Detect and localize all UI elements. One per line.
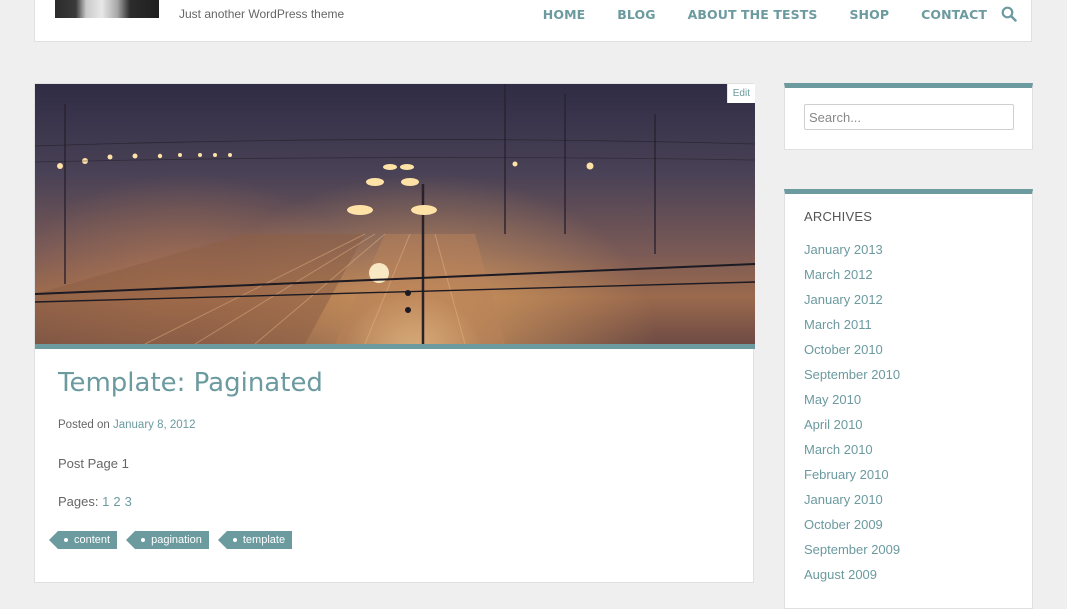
list-item: March 2012 bbox=[804, 262, 900, 287]
archive-link[interactable]: September 2010 bbox=[804, 367, 900, 382]
nav-home[interactable]: HOME bbox=[543, 7, 585, 22]
featured-image-scene bbox=[35, 84, 755, 344]
list-item: March 2011 bbox=[804, 312, 900, 337]
archive-link[interactable]: October 2010 bbox=[804, 342, 883, 357]
archive-link[interactable]: September 2009 bbox=[804, 542, 900, 557]
archive-link[interactable]: October 2009 bbox=[804, 517, 883, 532]
list-item: February 2010 bbox=[804, 462, 900, 487]
post-pagination: Pages: 123 bbox=[58, 494, 136, 509]
archives-list: January 2013 March 2012 January 2012 Mar… bbox=[804, 237, 900, 587]
archive-link[interactable]: January 2010 bbox=[804, 492, 883, 507]
page-link-2[interactable]: 2 bbox=[113, 494, 120, 509]
main-nav: HOME BLOG ABOUT THE TESTS SHOP CONTACT bbox=[511, 0, 1017, 29]
post-meta: Posted on January 8, 2012 bbox=[58, 419, 195, 431]
page-link-1[interactable]: 1 bbox=[102, 494, 109, 509]
post-date-link[interactable]: January 8, 2012 bbox=[113, 419, 195, 431]
tag-template[interactable]: template bbox=[217, 531, 293, 549]
nav-about-the-tests[interactable]: ABOUT THE TESTS bbox=[688, 7, 818, 22]
post-title[interactable]: Template: Paginated bbox=[58, 368, 323, 398]
site-tagline: Just another WordPress theme bbox=[179, 7, 345, 21]
archive-link[interactable]: May 2010 bbox=[804, 392, 861, 407]
search-widget bbox=[784, 83, 1033, 150]
page-link-3[interactable]: 3 bbox=[125, 494, 132, 509]
archive-link[interactable]: February 2010 bbox=[804, 467, 889, 482]
list-item: October 2009 bbox=[804, 512, 900, 537]
nav-shop[interactable]: SHOP bbox=[849, 7, 889, 22]
archives-title: ARCHIVES bbox=[804, 209, 873, 224]
post-card: Edit Template: Paginated Posted on Janua… bbox=[34, 83, 755, 583]
archive-link[interactable]: January 2013 bbox=[804, 242, 883, 257]
list-item: January 2013 bbox=[804, 237, 900, 262]
list-item: April 2010 bbox=[804, 412, 900, 437]
archive-link[interactable]: March 2012 bbox=[804, 267, 873, 282]
list-item: January 2012 bbox=[804, 287, 900, 312]
archive-link[interactable]: April 2010 bbox=[804, 417, 863, 432]
nav-contact[interactable]: CONTACT bbox=[921, 7, 987, 22]
list-item: August 2009 bbox=[804, 562, 900, 587]
list-item: May 2010 bbox=[804, 387, 900, 412]
posted-prefix: Posted on bbox=[58, 419, 110, 431]
search-icon[interactable] bbox=[1001, 6, 1017, 22]
tag-content[interactable]: content bbox=[48, 531, 118, 549]
archives-widget: ARCHIVES January 2013 March 2012 January… bbox=[784, 189, 1033, 609]
list-item: September 2009 bbox=[804, 537, 900, 562]
pages-label: Pages: bbox=[58, 494, 99, 509]
archive-link[interactable]: January 2012 bbox=[804, 292, 883, 307]
list-item: September 2010 bbox=[804, 362, 900, 387]
archive-link[interactable]: August 2009 bbox=[804, 567, 877, 582]
site-logo-image[interactable] bbox=[55, 0, 159, 18]
list-item: March 2010 bbox=[804, 437, 900, 462]
list-item: January 2010 bbox=[804, 487, 900, 512]
site-header: Just another WordPress theme HOME BLOG A… bbox=[34, 0, 1032, 42]
search-input[interactable] bbox=[804, 104, 1014, 130]
post-content: Post Page 1 bbox=[58, 456, 129, 471]
tag-pagination[interactable]: pagination bbox=[126, 531, 209, 549]
archive-link[interactable]: March 2011 bbox=[804, 317, 872, 332]
post-tags: content pagination template bbox=[48, 531, 310, 549]
edit-link[interactable]: Edit bbox=[726, 84, 755, 103]
image-accent-bar bbox=[35, 344, 755, 349]
archive-link[interactable]: March 2010 bbox=[804, 442, 873, 457]
featured-image[interactable]: Edit bbox=[35, 84, 755, 344]
nav-blog[interactable]: BLOG bbox=[617, 7, 655, 22]
list-item: October 2010 bbox=[804, 337, 900, 362]
